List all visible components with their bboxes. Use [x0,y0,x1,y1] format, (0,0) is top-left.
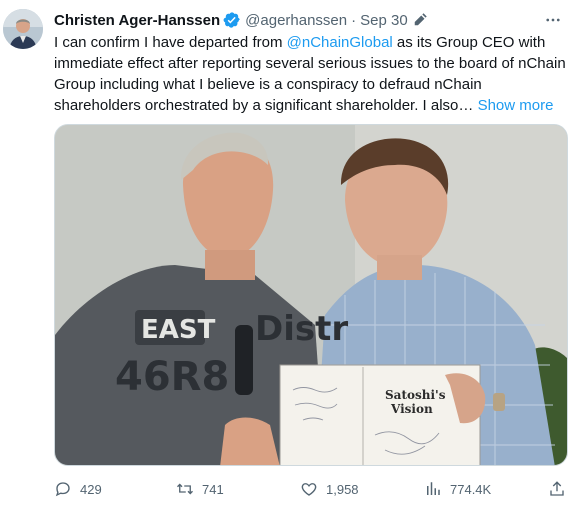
tweet-header: Christen Ager-Hanssen @agerhanssen · Sep… [54,10,562,30]
like-button[interactable]: 1,958 [300,478,359,500]
author-handle[interactable]: @agerhanssen [245,12,347,29]
show-more-link[interactable]: Show more [478,97,554,114]
reply-button[interactable]: 429 [54,478,102,500]
author-avatar[interactable] [3,9,43,49]
share-icon [550,481,564,496]
repost-count: 741 [202,481,224,497]
repost-icon [177,483,193,495]
heart-icon [301,483,317,496]
views-button[interactable]: 774.4K [424,478,491,500]
reply-icon [55,482,70,497]
tweet-timestamp[interactable]: Sep 30 [360,12,408,29]
views-chart-icon [427,482,440,495]
author-name[interactable]: Christen Ager-Hanssen [54,12,220,29]
like-count: 1,958 [326,481,359,497]
repost-button[interactable]: 741 [176,478,224,500]
tweet-text-part: I can confirm I have departed from [54,34,287,51]
header-separator: · [351,11,357,29]
shirt-text-east: EAST [141,315,216,345]
share-button[interactable] [548,478,574,500]
verified-icon[interactable] [223,11,241,29]
tweet-text: I can confirm I have departed from @nCha… [54,32,570,116]
shirt-text-number: 46R8 [115,354,229,400]
shirt-text-distr: Distr [255,309,348,349]
tweet-photo[interactable]: EAST 46R8 Distr Satoshi's Vision [54,124,568,466]
book-title-line2: Vision [390,402,433,416]
more-options-icon[interactable] [544,11,562,29]
tweet-actions: 429 741 1,958 774.4K [54,478,568,500]
edited-pencil-icon[interactable] [413,13,427,27]
views-count: 774.4K [450,481,492,497]
mention-link[interactable]: @nChainGlobal [287,34,393,51]
book-title-line1: Satoshi's [385,388,446,402]
reply-count: 429 [80,481,102,497]
